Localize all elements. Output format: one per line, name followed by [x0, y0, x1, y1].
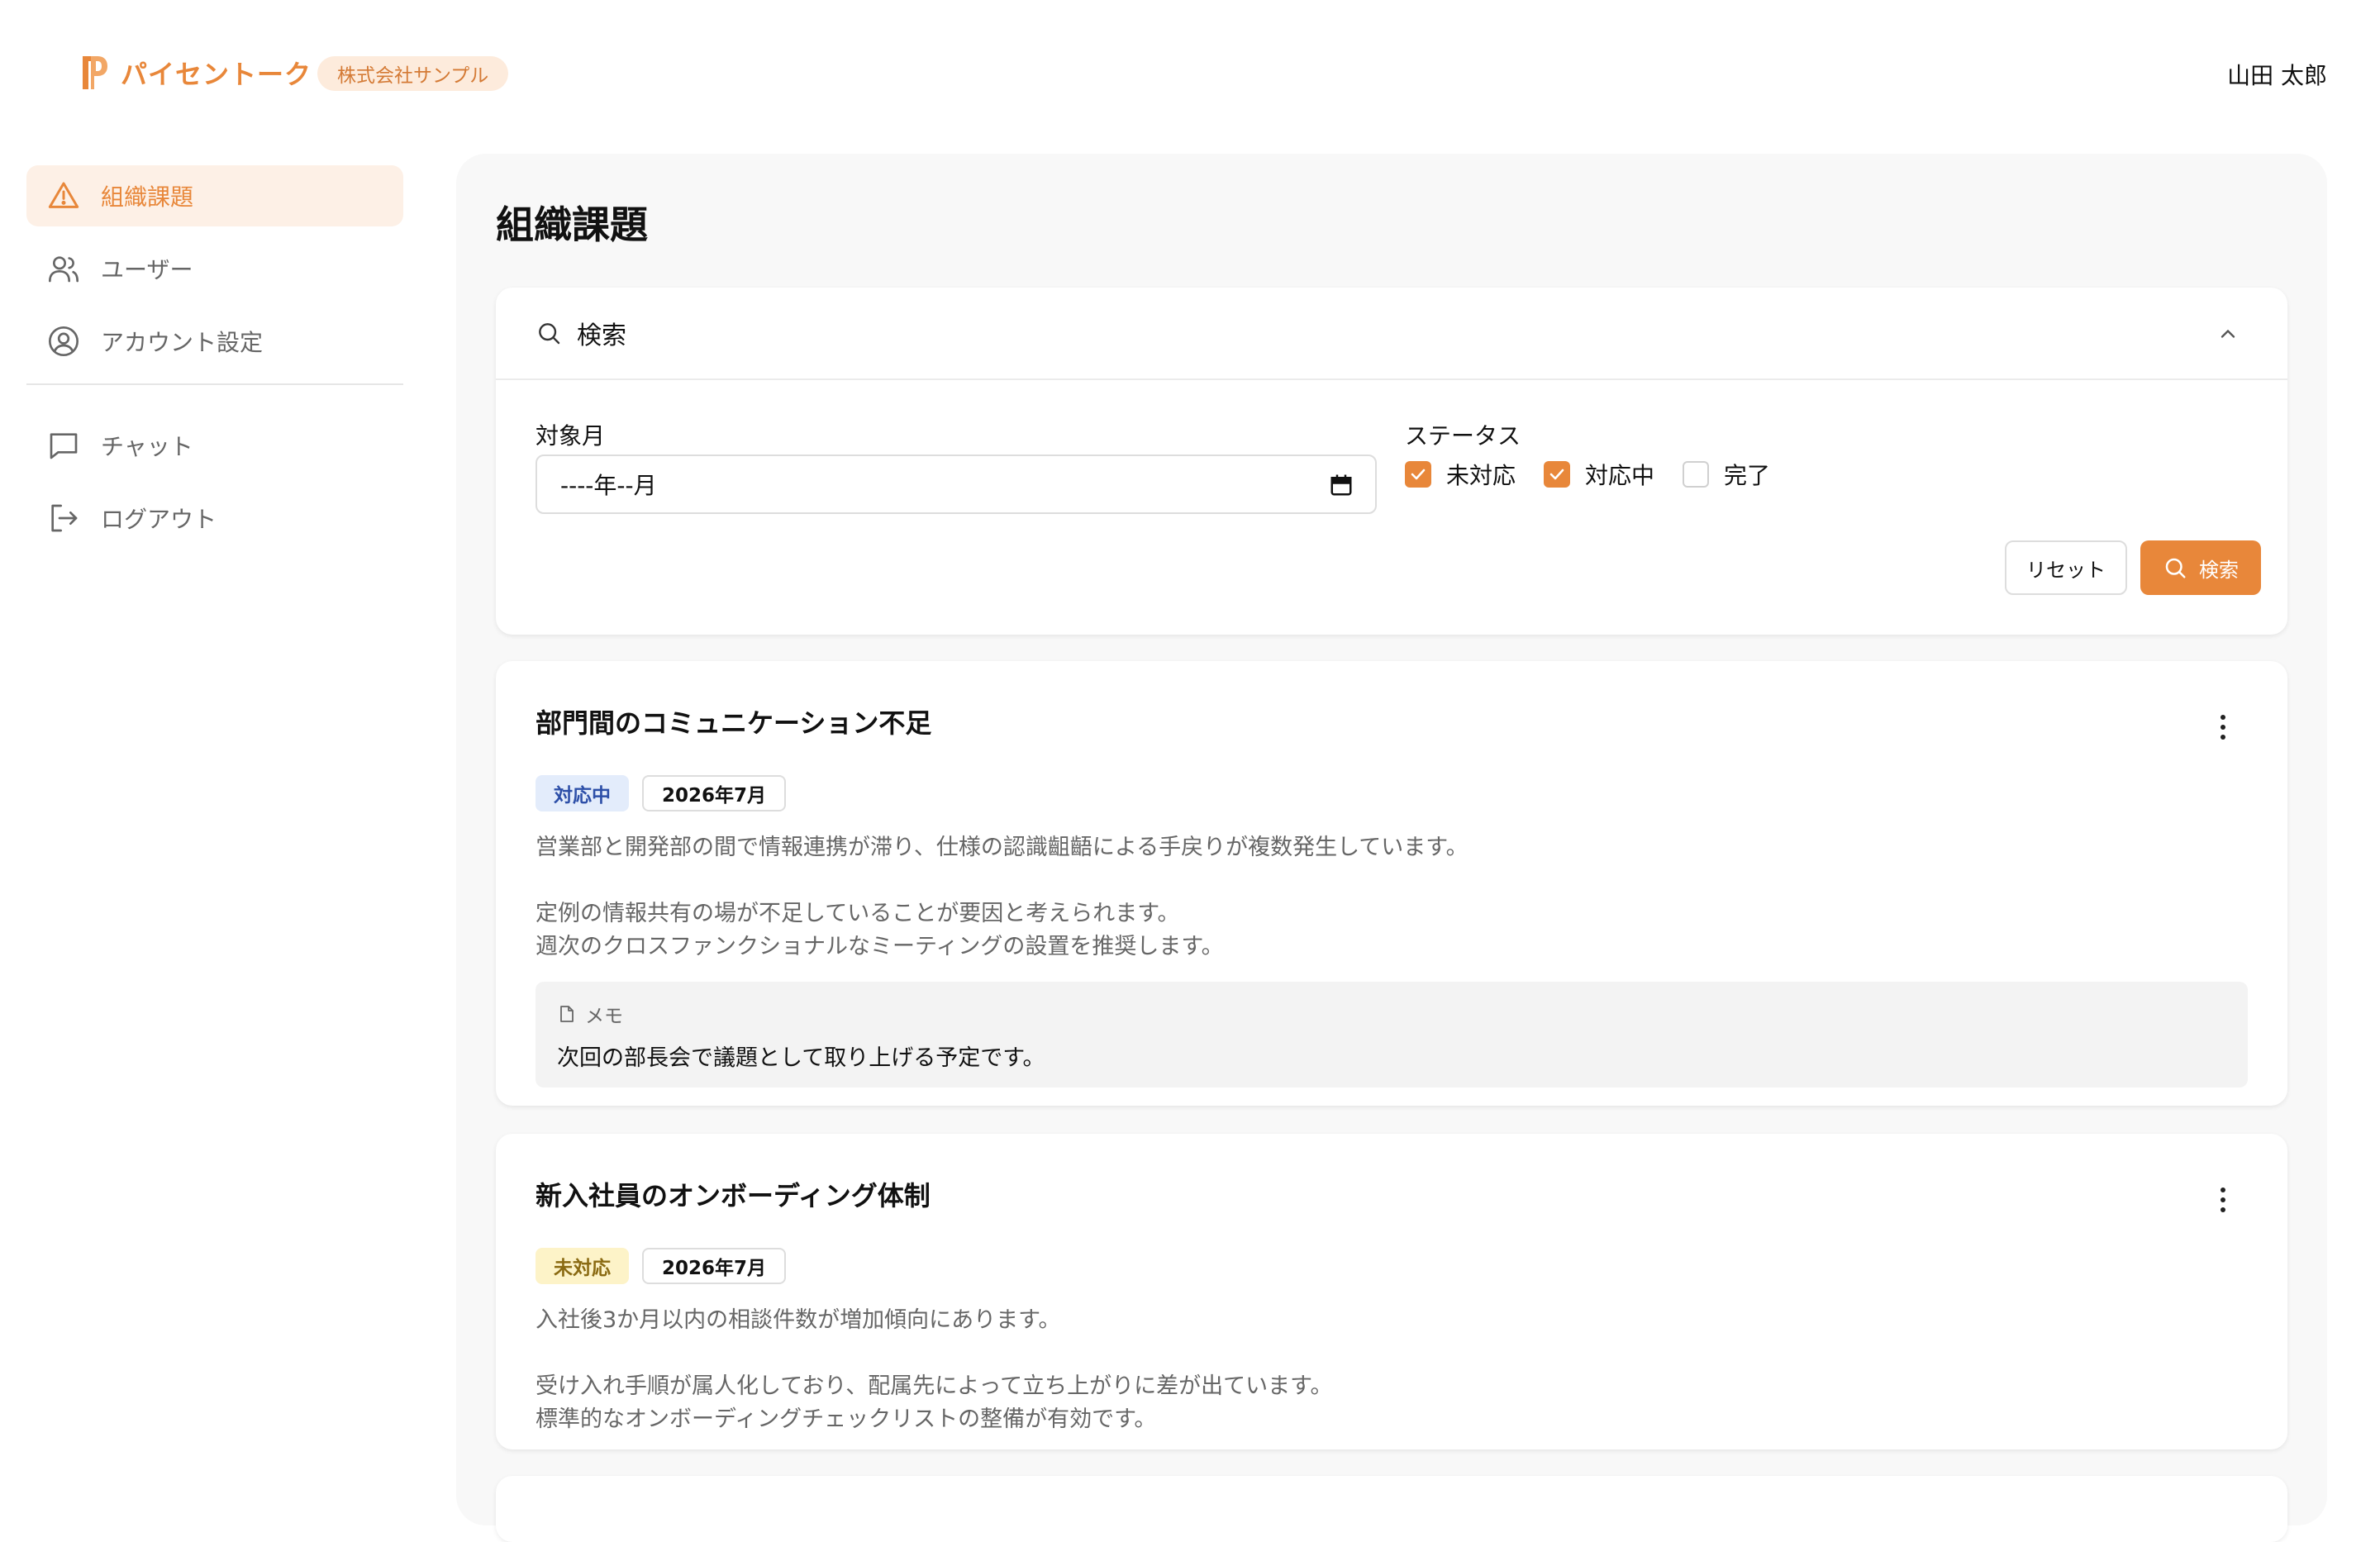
- sidebar-item-issues[interactable]: 組織課題: [26, 165, 403, 226]
- status-option-label: 対応中: [1585, 462, 1655, 489]
- description-line: 入社後3か月以内の相談件数が増加傾向にあります。: [536, 1307, 1061, 1333]
- page-title: 組織課題: [496, 202, 648, 247]
- status-badge: 対応中: [536, 775, 629, 811]
- description-line: 標準的なオンボーディングチェックリストの整備が有効です。: [536, 1406, 1157, 1432]
- issue-title: 新入社員のオンボーディング体制: [536, 1180, 931, 1211]
- status-option-label: 未対応: [1446, 462, 1516, 489]
- description-line: 営業部と開発部の間で情報連携が滞り、仕様の認識齟齬による手戻りが複数発生していま…: [536, 835, 1468, 860]
- reset-button[interactable]: リセット: [2005, 540, 2127, 595]
- search-panel-title: 検索: [577, 321, 626, 350]
- month-input[interactable]: ----年--月: [536, 455, 1377, 514]
- issue-title: 部門間のコミュニケーション不足: [536, 707, 932, 739]
- calendar-icon[interactable]: [1329, 473, 1354, 497]
- month-input-value: ----年--月: [560, 472, 657, 499]
- logout-icon: [46, 501, 81, 535]
- search-panel-header[interactable]: 検索: [496, 288, 2287, 380]
- top-header: パイセントーク 株式会社サンプル 山田 太郎: [0, 0, 2380, 149]
- issue-tags: 対応中 2026年7月: [536, 775, 799, 811]
- memo-box: メモ 次回の部長会で議題として取り上げる予定です。: [536, 982, 2248, 1087]
- sidebar-item-logout[interactable]: ログアウト: [26, 488, 403, 549]
- status-badge: 未対応: [536, 1248, 629, 1284]
- description-line: [536, 864, 1468, 897]
- users-icon: [46, 251, 81, 286]
- sidebar-item-users[interactable]: ユーザー: [26, 238, 403, 299]
- warning-icon: [46, 178, 81, 213]
- more-vertical-icon[interactable]: [2218, 1183, 2228, 1216]
- status-filter: 未対応 対応中 完了: [1405, 458, 1798, 491]
- search-icon: [536, 318, 565, 348]
- account-circle-icon: [46, 324, 81, 359]
- chevron-up-icon[interactable]: [2215, 322, 2241, 345]
- user-name[interactable]: 山田 太郎: [2227, 58, 2327, 91]
- issue-card: [496, 1476, 2287, 1542]
- sidebar-item-label: ユーザー: [101, 256, 193, 283]
- search-button-label: 検索: [2199, 558, 2239, 582]
- more-vertical-icon[interactable]: [2218, 711, 2228, 744]
- sidebar-item-label: ログアウト: [101, 506, 217, 533]
- sidebar-item-label: アカウント設定: [101, 329, 264, 356]
- sidebar-item-label: チャット: [101, 433, 193, 460]
- month-badge: 2026年7月: [642, 1248, 787, 1284]
- issue-description: 入社後3か月以内の相談件数が増加傾向にあります。 受け入れ手順が属人化しており、…: [536, 1304, 1332, 1436]
- checkbox-checked-icon[interactable]: [1405, 461, 1431, 488]
- description-line: 週次のクロスファンクショナルなミーティングの設置を推奨します。: [536, 934, 1224, 959]
- sidebar-item-chat[interactable]: チャット: [26, 415, 403, 476]
- memo-label: メモ: [585, 1006, 623, 1027]
- checkbox-unchecked-icon[interactable]: [1683, 461, 1710, 488]
- app-logo[interactable]: パイセントーク: [79, 53, 312, 93]
- status-label: ステータス: [1405, 422, 1521, 450]
- status-option-label: 完了: [1724, 462, 1771, 489]
- app-name: パイセントーク: [121, 59, 312, 90]
- search-icon: [2163, 555, 2187, 580]
- issue-description: 営業部と開発部の間で情報連携が滞り、仕様の認識齟齬による手戻りが複数発生していま…: [536, 831, 1468, 964]
- month-badge: 2026年7月: [642, 775, 787, 811]
- memo-header: メモ: [557, 1000, 2226, 1028]
- status-checkbox-done[interactable]: 完了: [1683, 458, 1770, 491]
- issue-card: 部門間のコミュニケーション不足 対応中 2026年7月 営業部と開発部の間で情報…: [496, 661, 2287, 1106]
- description-line: 受け入れ手順が属人化しており、配属先によって立ち上がりに差が出ています。: [536, 1373, 1333, 1399]
- month-label: 対象月: [536, 422, 606, 450]
- status-checkbox-todo[interactable]: 未対応: [1405, 458, 1516, 491]
- search-panel: 検索 対象月 ----年--月 ステータス 未対応 対応中 完了 リセット 検索: [496, 288, 2287, 635]
- sidebar-divider: [26, 383, 403, 385]
- sidebar: 組織課題 ユーザー アカウント設定 チャット ログアウト: [26, 165, 403, 560]
- logo-icon: [83, 56, 107, 89]
- sidebar-item-account-settings[interactable]: アカウント設定: [26, 311, 403, 372]
- company-badge: 株式会社サンプル: [317, 56, 509, 91]
- memo-text: 次回の部長会で議題として取り上げる予定です。: [557, 1045, 1045, 1071]
- sidebar-item-label: 組織課題: [101, 183, 194, 211]
- issue-card: 新入社員のオンボーディング体制 未対応 2026年7月 入社後3か月以内の相談件…: [496, 1134, 2287, 1449]
- search-button[interactable]: 検索: [2140, 540, 2261, 595]
- chat-icon: [46, 428, 81, 463]
- checkbox-checked-icon[interactable]: [1544, 461, 1571, 488]
- description-line: [536, 1337, 1332, 1370]
- main-content: 組織課題 検索 対象月 ----年--月 ステータス 未対応 対応中 完了 リセ…: [456, 154, 2327, 1542]
- file-icon: [557, 1003, 578, 1025]
- issue-tags: 未対応 2026年7月: [536, 1248, 799, 1284]
- status-checkbox-in-progress[interactable]: 対応中: [1544, 458, 1654, 491]
- description-line: 定例の情報共有の場が不足していることが要因と考えられます。: [536, 901, 1180, 926]
